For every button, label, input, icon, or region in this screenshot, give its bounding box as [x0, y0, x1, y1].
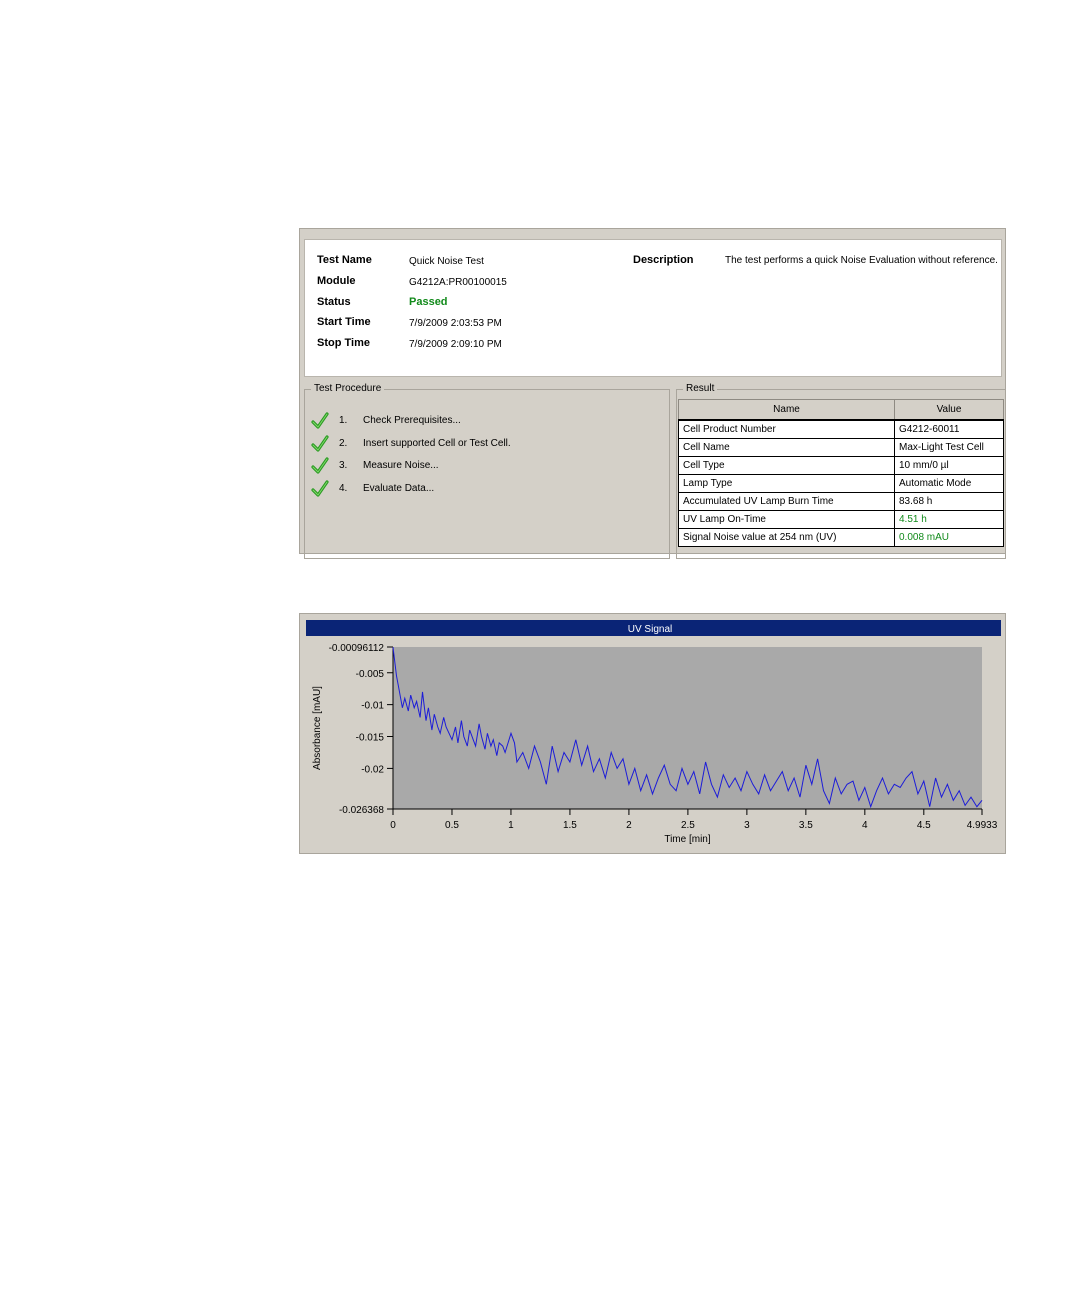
description-value: The test performs a quick Noise Evaluati… [725, 255, 998, 266]
step-label: Insert supported Cell or Test Cell. [363, 437, 511, 449]
status-label: Status [317, 296, 351, 308]
x-tick-label: 1.5 [563, 820, 577, 831]
x-axis-label: Time [min] [664, 834, 711, 845]
result-value-cell: 83.68 h [894, 492, 1004, 511]
x-tick-label: 3 [744, 820, 750, 831]
test-procedure-title: Test Procedure [311, 383, 385, 394]
x-tick-label: 4.9933 [967, 820, 998, 831]
start-time-value: 7/9/2009 2:03:53 PM [409, 318, 502, 329]
result-title: Result [683, 383, 718, 394]
table-row[interactable]: Cell Name Max-Light Test Cell [678, 438, 1004, 457]
table-row[interactable]: Signal Noise value at 254 nm (UV) 0.008 m… [678, 528, 1004, 547]
result-name-cell: Accumulated UV Lamp Burn Time [678, 492, 895, 511]
y-tick-label: -0.00096112 [329, 643, 385, 654]
result-name-cell: Cell Type [678, 456, 895, 475]
check-icon [311, 457, 329, 474]
table-row[interactable]: Cell Product Number G4212-60011 [678, 419, 1004, 439]
step-label: Evaluate Data... [363, 482, 435, 494]
y-tick-label: -0.01 [361, 701, 384, 712]
table-row[interactable]: Lamp Type Automatic Mode [678, 474, 1004, 493]
y-tick-label: -0.015 [356, 733, 385, 744]
table-row[interactable]: UV Lamp On-Time 4.51 h [678, 510, 1004, 529]
module-label: Module [317, 275, 356, 287]
x-tick-label: 1 [508, 820, 514, 831]
x-tick-label: 0.5 [445, 820, 459, 831]
stop-time-label: Stop Time [317, 337, 370, 349]
check-icon [311, 479, 329, 497]
y-axis-label: Absorbance [mAU] [312, 686, 323, 770]
test-name-value: Quick Noise Test [409, 256, 484, 267]
column-header-value[interactable]: Value [894, 399, 1004, 421]
table-row[interactable]: Cell Type 10 mm/0 µl [678, 456, 1004, 475]
y-tick-label: -0.02 [361, 764, 384, 775]
result-name-cell: Signal Noise value at 254 nm (UV) [678, 528, 895, 547]
y-tick-label: -0.005 [356, 669, 385, 680]
step-label: Check Prerequisites... [363, 415, 461, 426]
module-value: G4212A:PR00100015 [409, 277, 507, 288]
result-value-cell: 10 mm/0 µl [894, 456, 1004, 475]
result-value-cell: G4212-60011 [894, 419, 1004, 439]
procedure-step: 3. Measure Noise... [311, 457, 651, 475]
check-icon [311, 434, 329, 452]
result-value-cell: Automatic Mode [894, 474, 1004, 493]
test-info-section: Test Name Quick Noise Test Module G4212A… [304, 239, 1002, 377]
stop-time-value: 7/9/2009 2:09:10 PM [409, 339, 502, 350]
check-icon [311, 412, 329, 429]
step-number: 2. [339, 437, 348, 449]
test-procedure-group: Test Procedure 1. Check Prerequisites... 2… [304, 383, 670, 559]
step-label: Measure Noise... [363, 460, 439, 471]
result-table: Name Value Cell Product Number G4212-6001… [678, 399, 1004, 547]
step-number: 3. [339, 460, 348, 471]
x-tick-label: 2.5 [681, 820, 695, 831]
table-row[interactable]: Accumulated UV Lamp Burn Time 83.68 h [678, 492, 1004, 511]
procedure-step: 2. Insert supported Cell or Test Cell. [311, 434, 651, 453]
test-result-panel: Test Name Quick Noise Test Module G4212A… [299, 228, 1006, 559]
procedure-step: 4. Evaluate Data... [311, 479, 651, 498]
column-header-name[interactable]: Name [678, 399, 895, 421]
uv-signal-plot: UV Signal 0 0.5 1 1.5 2 2.5 3 3.5 4 4.5 4.9933 -0.00… [306, 620, 1001, 845]
result-value-cell: 4.51 h [894, 510, 1004, 529]
description-label: Description [633, 254, 694, 266]
x-tick-label: 4 [862, 820, 868, 831]
result-name-cell: Cell Product Number [678, 419, 895, 439]
step-number: 1. [339, 415, 348, 426]
step-number: 4. [339, 482, 348, 494]
result-name-cell: UV Lamp On-Time [678, 510, 895, 529]
x-tick-label: 4.5 [917, 820, 931, 831]
start-time-label: Start Time [317, 316, 371, 328]
chart-title: UV Signal [628, 624, 672, 635]
x-tick-label: 0 [390, 820, 396, 831]
x-tick-label: 2 [626, 820, 632, 831]
status-value: Passed [409, 296, 448, 308]
test-name-label: Test Name [317, 254, 372, 266]
uv-signal-chart: UV Signal 0 0.5 1 1.5 2 2.5 3 3.5 4 4.5 4.9933 -0.00… [299, 613, 1006, 854]
x-tick-label: 3.5 [799, 820, 813, 831]
procedure-step: 1. Check Prerequisites... [311, 412, 651, 430]
y-tick-label: -0.026368 [339, 805, 384, 816]
result-table-header: Name Value [678, 399, 1004, 421]
result-value-cell: 0.008 mAU [894, 528, 1004, 547]
result-value-cell: Max-Light Test Cell [894, 438, 1004, 457]
result-name-cell: Lamp Type [678, 474, 895, 493]
result-name-cell: Cell Name [678, 438, 895, 457]
result-group: Result Name Value Cell Product Number G42… [676, 383, 1006, 559]
